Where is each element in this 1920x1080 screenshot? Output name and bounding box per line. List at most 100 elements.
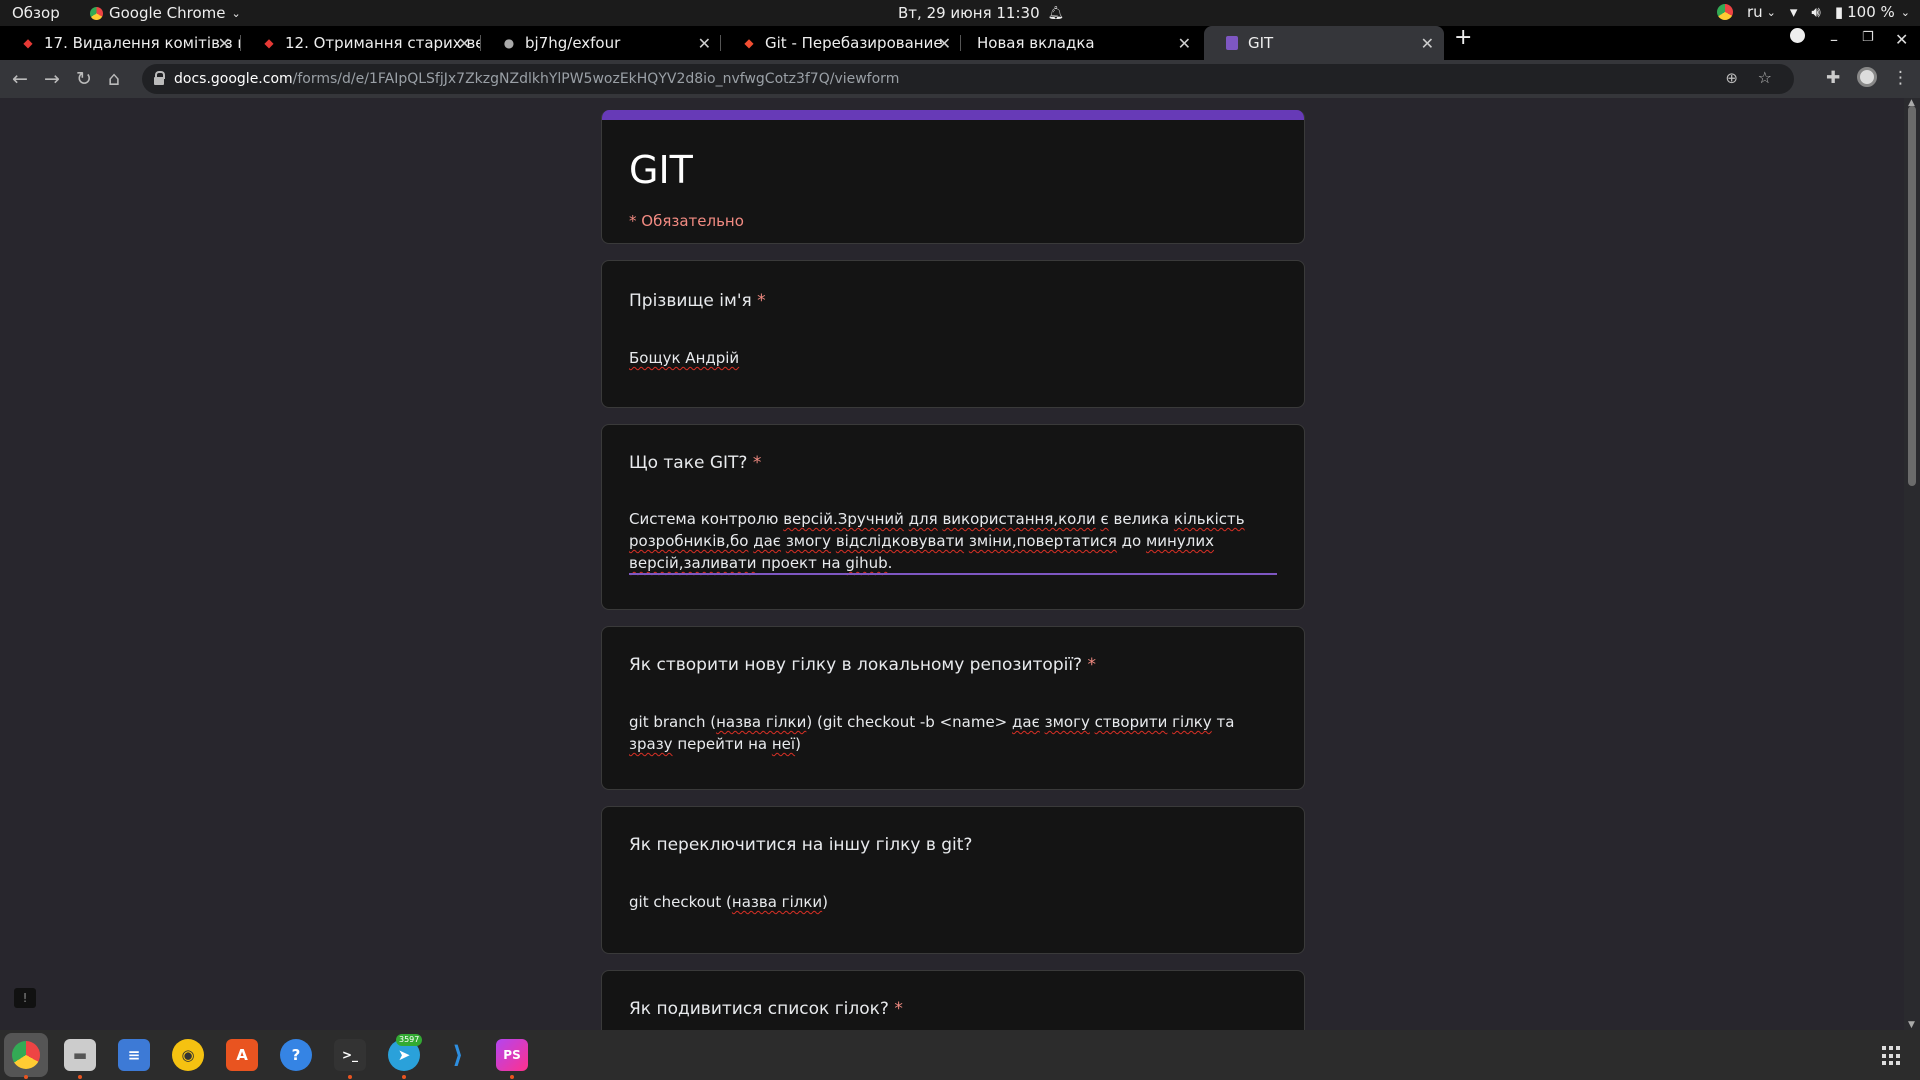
- url-path: /forms/d/e/1FAIpQLSfjJx7ZkzgNZdlkhYlPW5w…: [292, 71, 900, 87]
- tab-title: Новая вкладка: [977, 34, 1095, 52]
- misspelled-word: створити: [1094, 713, 1168, 731]
- battery-icon: ▮: [1834, 3, 1844, 21]
- answer-textarea[interactable]: git branch (назва гілки) (git checkout -…: [629, 711, 1269, 755]
- activities-button[interactable]: Обзор: [12, 4, 60, 22]
- chrome-icon[interactable]: [10, 1039, 42, 1071]
- rhythmbox-icon[interactable]: ◉: [172, 1039, 204, 1071]
- scroll-down-arrow[interactable]: ▼: [1908, 1020, 1915, 1030]
- system-tray[interactable]: ru ⌄ ▾ 🔊︎ ▮ 100 % ⌄: [1716, 3, 1910, 21]
- tab-strip: ◆ 17. Видалення комітів з г ✕ ◆ 12. Отри…: [0, 25, 1920, 60]
- close-icon[interactable]: ✕: [1178, 34, 1191, 53]
- misspelled-word: зразу: [629, 735, 673, 753]
- close-icon[interactable]: ✕: [938, 34, 951, 53]
- help-icon[interactable]: ?: [280, 1039, 312, 1071]
- tab-4[interactable]: ◆ Git - Перебазирование ✕: [721, 26, 961, 60]
- close-icon[interactable]: ✕: [698, 34, 711, 53]
- form-accent-bar: [602, 110, 1304, 120]
- question-card: Як створити нову гілку в локальному репо…: [601, 626, 1305, 790]
- question-label: Як створити нову гілку в локальному репо…: [629, 655, 1096, 675]
- answer-text: та: [1211, 713, 1235, 731]
- back-button[interactable]: ←: [12, 68, 28, 90]
- tab-title: GIT: [1248, 34, 1274, 52]
- new-tab-button[interactable]: +: [1454, 25, 1472, 50]
- software-center-icon[interactable]: A: [226, 1039, 258, 1071]
- question-card: Як подивитися список гілок? *: [601, 970, 1305, 1030]
- tab-title: 17. Видалення комітів з г: [44, 34, 241, 52]
- misspelled-word: є: [1100, 510, 1109, 528]
- minimize-button[interactable]: –: [1830, 30, 1838, 49]
- scroll-thumb[interactable]: [1908, 106, 1916, 486]
- misspelled-word: змогу: [785, 532, 832, 550]
- profile-avatar[interactable]: [1857, 67, 1877, 92]
- close-icon[interactable]: ✕: [218, 34, 231, 53]
- answer-text: велика: [1108, 510, 1174, 528]
- home-button[interactable]: ⌂: [108, 68, 120, 90]
- bookmark-star-icon[interactable]: ☆: [1758, 68, 1772, 87]
- answer-text: ): [822, 893, 828, 911]
- files-icon[interactable]: ▬: [64, 1039, 96, 1071]
- misspelled-word: відслідковувати: [835, 532, 965, 550]
- clock-label: Вт, 29 июня 11:30: [898, 4, 1040, 22]
- tab-title: bj7hg/exfour: [525, 34, 621, 52]
- misspelled-word: використання,коли: [942, 510, 1096, 528]
- close-window-button[interactable]: ✕: [1895, 30, 1908, 49]
- extensions-icon[interactable]: ✚: [1826, 68, 1840, 88]
- text-editor-icon[interactable]: ≡: [118, 1039, 150, 1071]
- feedback-icon[interactable]: !: [14, 988, 36, 1008]
- zoom-icon[interactable]: ⊕: [1725, 69, 1738, 87]
- chevron-down-icon: ⌄: [231, 6, 241, 20]
- tab-6-active[interactable]: GIT ✕: [1204, 26, 1444, 60]
- phpstorm-icon[interactable]: PS: [496, 1039, 528, 1071]
- tab-5[interactable]: Новая вкладка ✕: [961, 26, 1201, 60]
- reload-button[interactable]: ↻: [76, 68, 92, 90]
- tab-3[interactable]: ● bj7hg/exfour ✕: [481, 26, 721, 60]
- answer-textarea[interactable]: Система контролю версій.Зручний для вико…: [629, 508, 1269, 574]
- question-text: Як подивитися список гілок?: [629, 999, 889, 1019]
- question-card: Прізвище ім'я * Бощук Андрій: [601, 260, 1305, 408]
- required-star: *: [757, 291, 766, 311]
- tab-title: 12. Отримання старих ве: [285, 34, 481, 52]
- answer-text: ): [795, 735, 801, 753]
- misspelled-word: назва гілки: [731, 893, 823, 911]
- tab-2[interactable]: ◆ 12. Отримання старих ве ✕: [241, 26, 481, 60]
- language-indicator[interactable]: ru: [1747, 3, 1763, 21]
- chrome-tray-icon[interactable]: [1716, 4, 1733, 20]
- page-content: GIT * Обязательно Прізвище ім'я * Бощук …: [0, 98, 1904, 1030]
- tab-search-icon[interactable]: [1790, 28, 1805, 47]
- show-applications-icon[interactable]: [1882, 1046, 1902, 1066]
- lock-icon[interactable]: [154, 71, 165, 85]
- running-indicator: [78, 1075, 82, 1079]
- answer-text: до: [1116, 532, 1146, 550]
- volume-icon: 🔊︎: [1811, 3, 1821, 21]
- misspelled-word: гілку: [1172, 713, 1212, 731]
- app-menu-label: Google Chrome: [109, 4, 226, 22]
- address-bar[interactable]: docs.google.com/forms/d/e/1FAIpQLSfjJx7Z…: [142, 64, 1794, 94]
- tab-1[interactable]: ◆ 17. Видалення комітів з г ✕: [0, 26, 241, 60]
- misspelled-word: кількість: [1173, 510, 1245, 528]
- answer-field[interactable]: Бощук Андрій: [629, 347, 1269, 369]
- question-label: Що таке GIT? *: [629, 453, 761, 473]
- page-scrollbar[interactable]: ▲ ▼: [1904, 98, 1920, 1030]
- close-icon[interactable]: ✕: [1421, 34, 1434, 53]
- app-menu[interactable]: Google Chrome ⌄: [90, 4, 241, 22]
- forms-icon: [1224, 35, 1240, 51]
- question-card: Як переключитися на іншу гілку в git? gi…: [601, 806, 1305, 954]
- chevron-down-icon: ⌄: [1766, 5, 1776, 19]
- misspelled-word: Бощук Андрій: [629, 349, 740, 367]
- chrome-icon: [90, 6, 103, 20]
- form-header-card: GIT * Обязательно: [601, 110, 1305, 244]
- misspelled-word: зміни,повертатися: [968, 532, 1117, 550]
- question-text: Як переключитися на іншу гілку в git?: [629, 835, 973, 855]
- answer-field[interactable]: git checkout (назва гілки): [629, 891, 1269, 913]
- question-text: Як створити нову гілку в локальному репо…: [629, 655, 1083, 675]
- close-icon[interactable]: ✕: [458, 34, 471, 53]
- browser-menu-icon[interactable]: ⋮: [1892, 68, 1909, 88]
- clock[interactable]: Вт, 29 июня 11:30 🔔︎: [898, 4, 1064, 22]
- dock: ▬ ≡ ◉ A ? >_ ➤ 3597 ⟩ PS: [0, 1030, 1920, 1080]
- screen: Обзор Google Chrome ⌄ Вт, 29 июня 11:30 …: [0, 0, 1920, 1080]
- terminal-icon[interactable]: >_: [334, 1039, 366, 1071]
- vscode-icon[interactable]: ⟩: [442, 1039, 474, 1071]
- forward-button[interactable]: →: [44, 68, 60, 90]
- misspelled-word: минулих: [1145, 532, 1214, 550]
- restore-button[interactable]: ❐: [1862, 30, 1874, 45]
